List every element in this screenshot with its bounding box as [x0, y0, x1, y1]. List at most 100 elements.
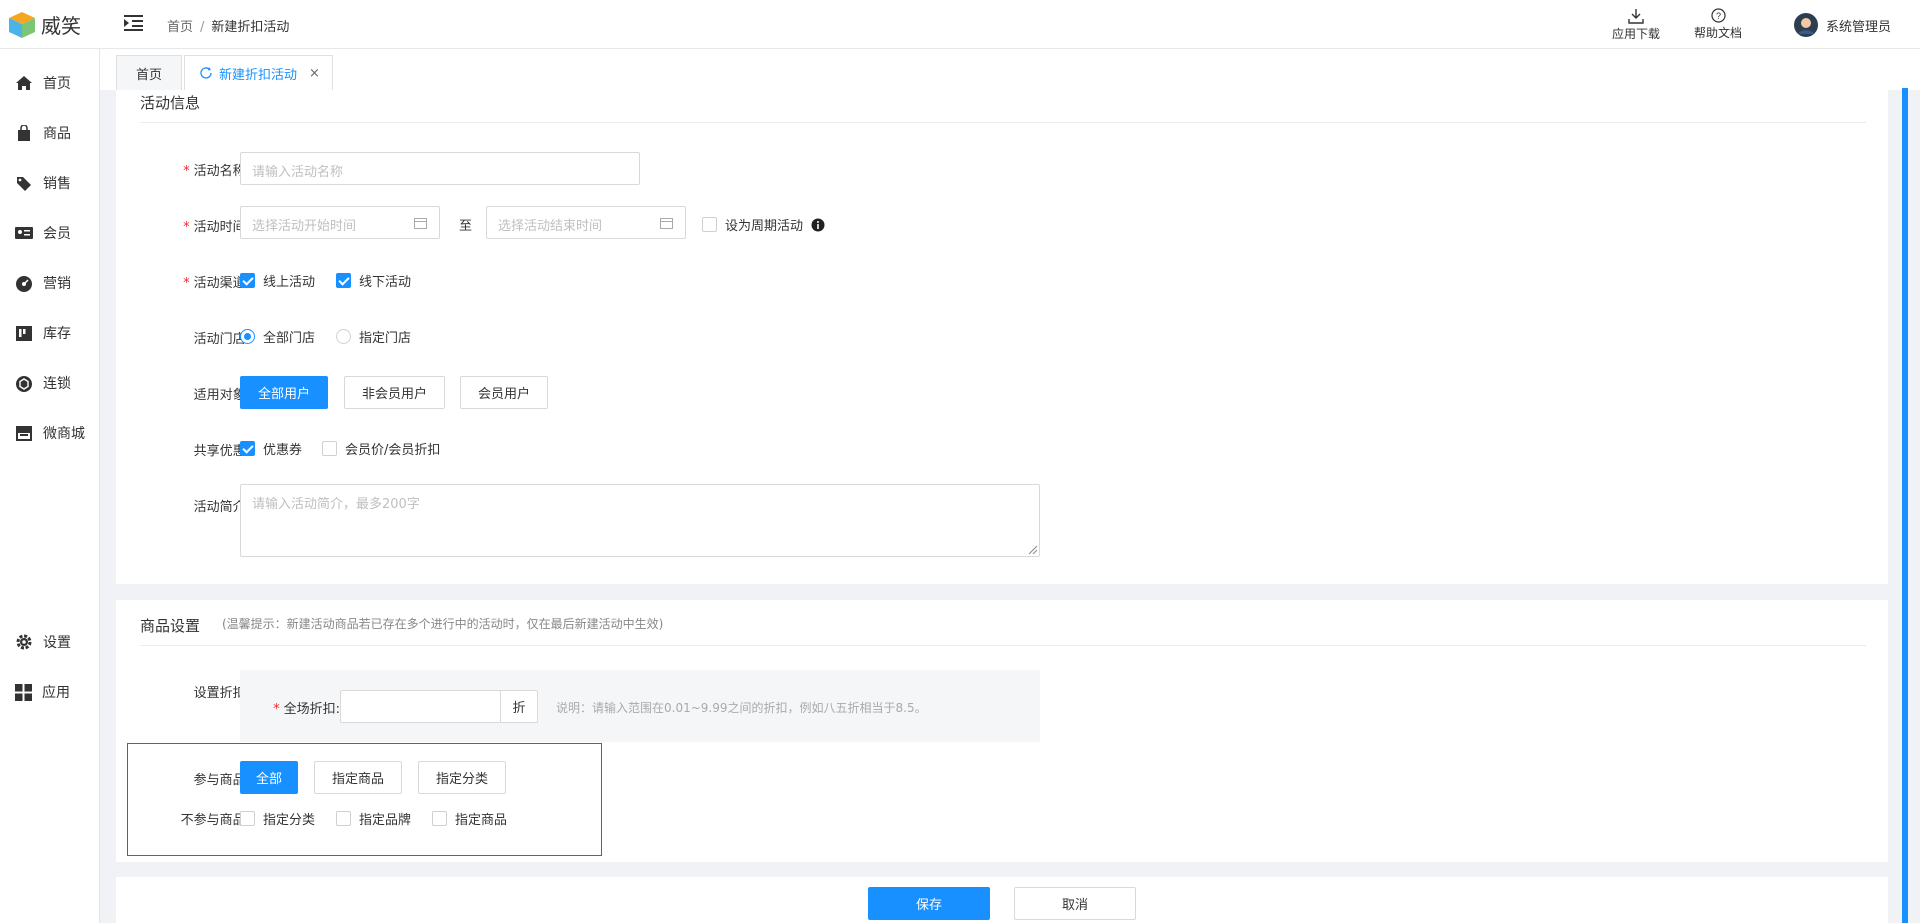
divider — [140, 645, 1866, 646]
sidebar-item-label: 商品 — [43, 126, 71, 142]
sidebar: 首页 商品 销售 会员 营销 库存 连锁 微商城 设置 应用 — [0, 49, 100, 923]
sidebar-item-label: 微商城 — [43, 426, 85, 442]
end-time-input[interactable]: 选择活动结束时间 — [486, 206, 686, 239]
tab-home[interactable]: 首页 — [116, 55, 182, 90]
user-name: 系统管理员 — [1826, 19, 1892, 35]
sidebar-item-goods[interactable]: 商品 — [15, 123, 71, 143]
home-icon — [16, 76, 32, 90]
discount-input[interactable] — [340, 690, 501, 723]
target-all-users-button[interactable]: 全部用户 — [240, 376, 328, 409]
discount-unit: 折 — [500, 690, 538, 723]
save-button[interactable]: 保存 — [868, 887, 990, 920]
bag-icon — [18, 124, 30, 141]
info-icon[interactable] — [811, 218, 825, 232]
sidebar-item-label: 连锁 — [43, 376, 71, 392]
sidebar-item-label: 应用 — [42, 685, 70, 701]
download-label: 应用下载 — [1612, 27, 1661, 41]
footer-actions: 保存 取消 — [116, 877, 1888, 923]
tag-icon — [17, 176, 31, 191]
field-label: 共享优惠: — [193, 444, 250, 459]
sidebar-item-sales[interactable]: 销售 — [15, 173, 71, 193]
shop-icon — [16, 426, 32, 441]
tab-label: 首页 — [135, 67, 162, 83]
section-title: 活动信息 — [140, 94, 201, 112]
breadcrumb-current: 新建折扣活动 — [211, 20, 290, 35]
online-activity-checkbox[interactable]: 线上活动 — [240, 271, 315, 290]
divider — [140, 122, 1866, 123]
field-label: * 活动名称: — [183, 164, 250, 179]
logo-cube-icon — [9, 11, 35, 38]
tab-new-discount[interactable]: 新建折扣活动 × — [184, 55, 333, 90]
checkbox-label: 设为周期活动 — [725, 219, 804, 234]
periodic-activity-checkbox[interactable]: 设为周期活动 — [702, 215, 825, 234]
app-logo[interactable]: 威笑 — [8, 10, 81, 39]
user-menu[interactable]: 系统管理员 — [1794, 13, 1891, 37]
help-icon: ? — [1710, 8, 1726, 23]
scrollbar[interactable] — [1902, 88, 1908, 923]
calendar-icon — [660, 218, 673, 229]
field-label: 活动门店: — [193, 332, 250, 347]
all-stores-radio[interactable]: 全部门店 — [240, 327, 315, 346]
refresh-icon[interactable] — [199, 66, 213, 80]
sidebar-item-label: 库存 — [43, 326, 71, 342]
sidebar-item-chain[interactable]: 连锁 — [15, 373, 71, 393]
tip-text: (温馨提示：新建活动商品若已存在多个进行中的活动时，仅在最后新建活动中生效) — [222, 617, 664, 631]
sidebar-item-label: 设置 — [43, 635, 71, 651]
activity-name-input[interactable]: 请输入活动名称 — [240, 152, 640, 185]
sidebar-item-label: 首页 — [43, 76, 71, 92]
to-text: 至 — [458, 219, 472, 234]
target-member-button[interactable]: 会员用户 — [460, 376, 548, 409]
cancel-button[interactable]: 取消 — [1014, 887, 1136, 920]
field-label: * 活动时间: — [183, 220, 250, 235]
highlight-box — [127, 743, 602, 856]
section-title: 商品设置 — [140, 617, 201, 635]
sidebar-item-inventory[interactable]: 库存 — [15, 323, 71, 343]
sidebar-item-marketing[interactable]: 营销 — [15, 273, 71, 293]
sidebar-item-member[interactable]: 会员 — [15, 223, 71, 243]
member-card-icon — [15, 227, 33, 239]
app-name: 威笑 — [41, 14, 81, 38]
sidebar-item-settings[interactable]: 设置 — [15, 632, 71, 652]
top-bar: 威笑 首页 / 新建折扣活动 应用下载 ? 帮助文档 系统管理员 — [0, 0, 1920, 49]
sidebar-item-apps[interactable]: 应用 — [15, 682, 70, 702]
field-label: 活动简介: — [193, 500, 250, 515]
activity-info-panel: 活动信息 * 活动名称: 请输入活动名称 * 活动时间: 选择活动开始时间 至 选择… — [116, 90, 1888, 584]
member-price-checkbox[interactable]: 会员价/会员折扣 — [322, 439, 440, 458]
sidebar-item-home[interactable]: 首页 — [15, 73, 71, 93]
sidebar-item-mall[interactable]: 微商城 — [15, 423, 85, 443]
help-label: 帮助文档 — [1694, 26, 1743, 40]
sidebar-item-label: 营销 — [43, 276, 71, 292]
field-label: * 活动渠道: — [183, 276, 250, 291]
discount-hint: 说明：请输入范围在0.01~9.99之间的折扣，例如八五折相当于8.5。 — [556, 701, 927, 715]
field-label: 适用对象: — [193, 388, 250, 403]
close-icon[interactable]: × — [309, 66, 320, 81]
breadcrumb-home[interactable]: 首页 — [167, 20, 193, 35]
gear-icon — [16, 634, 32, 650]
tab-label: 新建折扣活动 — [219, 67, 298, 83]
sidebar-item-label: 销售 — [43, 176, 71, 192]
breadcrumb: 首页 / 新建折扣活动 — [167, 20, 290, 35]
discount-box: * 全场折扣: 折 说明：请输入范围在0.01~9.99之间的折扣，例如八五折相当… — [240, 670, 1040, 742]
inventory-icon — [16, 325, 32, 341]
specified-stores-radio[interactable]: 指定门店 — [336, 327, 411, 346]
download-icon — [1628, 9, 1644, 24]
avatar — [1794, 13, 1818, 37]
resize-handle-icon[interactable] — [1026, 543, 1038, 555]
offline-activity-checkbox[interactable]: 线下活动 — [336, 271, 411, 290]
menu-fold-icon[interactable] — [124, 14, 144, 32]
chain-icon — [16, 375, 32, 392]
tabs-bar: 首页 新建折扣活动 × — [100, 49, 1920, 90]
sidebar-item-label: 会员 — [43, 226, 71, 242]
download-button[interactable]: 应用下载 — [1612, 6, 1660, 42]
svg-text:?: ? — [1715, 11, 1720, 21]
field-label: 设置折扣: — [193, 686, 250, 701]
activity-intro-textarea[interactable]: 请输入活动简介，最多200字 — [240, 484, 1040, 557]
target-non-member-button[interactable]: 非会员用户 — [344, 376, 445, 409]
help-button[interactable]: ? 帮助文档 — [1694, 6, 1742, 41]
apps-icon — [15, 683, 32, 701]
field-label: * 全场折扣: — [273, 702, 340, 717]
start-time-input[interactable]: 选择活动开始时间 — [240, 206, 440, 239]
coupon-checkbox[interactable]: 优惠券 — [240, 439, 302, 458]
dashboard-icon — [16, 275, 32, 292]
calendar-icon — [414, 218, 427, 229]
